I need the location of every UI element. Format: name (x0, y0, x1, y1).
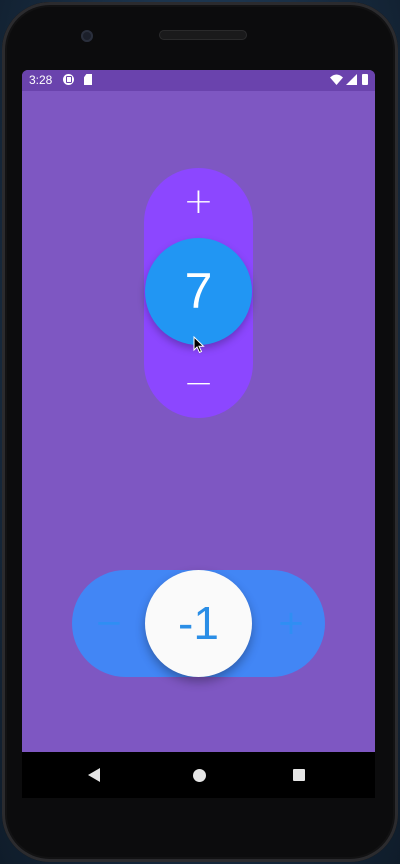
app-screen: 3:28 + − 7 − + -1 (22, 70, 375, 752)
app-notification-icon (63, 74, 74, 85)
vertical-counter-value[interactable]: 7 (145, 238, 252, 345)
back-icon[interactable] (88, 768, 100, 782)
horizontal-counter: − + -1 (72, 570, 325, 677)
battery-icon (362, 74, 368, 85)
vertical-counter: + − 7 (144, 168, 253, 418)
earpiece-speaker (159, 30, 247, 40)
mouse-pointer-icon (193, 336, 205, 354)
signal-icon (346, 74, 357, 85)
horizontal-increment-button[interactable]: + (268, 570, 314, 677)
recents-icon[interactable] (293, 769, 305, 781)
sd-card-icon (84, 74, 92, 85)
vertical-increment-button[interactable]: + (144, 182, 253, 222)
horizontal-decrement-button[interactable]: − (86, 570, 132, 677)
horizontal-counter-value[interactable]: -1 (145, 570, 252, 677)
navigation-bar (22, 752, 375, 798)
status-time: 3:28 (29, 73, 53, 87)
front-camera (81, 30, 93, 42)
home-icon[interactable] (193, 769, 206, 782)
status-bar: 3:28 (22, 70, 375, 91)
vertical-decrement-button[interactable]: − (144, 364, 253, 404)
wifi-icon (330, 74, 343, 85)
